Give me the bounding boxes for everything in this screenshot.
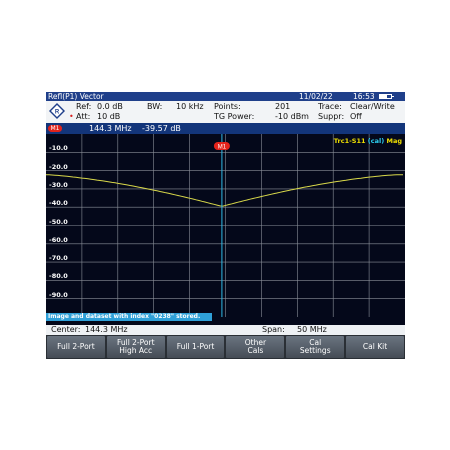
tg-power-label: TG Power:	[214, 112, 255, 121]
date-display: 11/02/22	[299, 92, 333, 101]
battery-icon	[379, 94, 394, 99]
rohde-schwarz-logo-icon: R	[49, 103, 65, 119]
center-label: Center:	[51, 325, 81, 334]
frequency-footer: Center: 144.3 MHz Span: 50 MHz	[46, 325, 405, 335]
trace-name: Trc1-S11	[333, 137, 366, 145]
att-dot: •	[69, 112, 74, 121]
marker-frequency: 144.3 MHz	[89, 124, 132, 133]
trace-mode: Mag	[386, 137, 402, 145]
measurement-title: Refl(P1) Vector	[48, 92, 104, 101]
cal-settings-button[interactable]: Cal Settings	[286, 336, 345, 358]
trace-label: Trace:	[318, 102, 342, 111]
ref-value[interactable]: 0.0 dB	[97, 102, 123, 112]
y-tick-label: -50.0	[49, 217, 68, 226]
att-value[interactable]: 10 dB	[97, 112, 120, 122]
other-cals-button[interactable]: Other Cals	[226, 336, 285, 358]
points-value[interactable]: 201	[275, 102, 290, 112]
plot-grid: M1	[46, 134, 405, 317]
instrument-screen: Refl(P1) Vector 11/02/22 16:53 R Ref: 0.…	[46, 92, 405, 359]
marker-readout-bar: M1 144.3 MHz -39.57 dB	[46, 123, 405, 134]
y-tick-label: -70.0	[49, 254, 68, 263]
suppr-value[interactable]: Off	[350, 112, 362, 122]
full-2-port-button[interactable]: Full 2-Port	[47, 336, 105, 358]
svg-text:R: R	[55, 110, 60, 116]
title-bar: Refl(P1) Vector 11/02/22 16:53	[46, 92, 405, 101]
y-tick-label: -80.0	[49, 272, 68, 281]
y-tick-label: -40.0	[49, 199, 68, 208]
span-value[interactable]: 50 MHz	[297, 325, 327, 335]
trace-cal-state: (cal)	[367, 137, 385, 145]
time-display: 16:53	[353, 92, 375, 101]
status-message: Image and dataset with index "0238" stor…	[46, 313, 212, 321]
marker-m1-flag-label: M1	[218, 145, 227, 151]
y-tick-label: -10.0	[49, 144, 68, 153]
att-label: Att:	[76, 112, 91, 121]
tg-power-value[interactable]: -10 dBm	[275, 112, 309, 122]
points-label: Points:	[214, 102, 241, 111]
y-tick-label: -60.0	[49, 235, 68, 244]
trace-label: Trc1-S11 (cal) Mag	[334, 137, 402, 145]
y-tick-label: -20.0	[49, 162, 68, 171]
parameter-panel: R Ref: 0.0 dB • Att: 10 dB BW: 10 kHz Po…	[46, 101, 405, 123]
ref-label: Ref:	[76, 102, 92, 111]
softkey-bar: Full 2-Port Full 2-Port High Acc Full 1-…	[46, 335, 405, 359]
trace-s11	[46, 174, 403, 207]
cal-kit-button[interactable]: Cal Kit	[346, 336, 404, 358]
trace-value[interactable]: Clear/Write	[350, 102, 395, 112]
y-tick-label: -90.0	[49, 290, 68, 299]
span-label: Span:	[262, 325, 285, 334]
marker-badge[interactable]: M1	[48, 125, 62, 132]
full-1-port-button[interactable]: Full 1-Port	[166, 336, 225, 358]
marker-level: -39.57 dB	[142, 124, 181, 133]
y-tick-label: -30.0	[49, 180, 68, 189]
center-value[interactable]: 144.3 MHz	[85, 325, 128, 335]
suppr-label: Suppr:	[318, 112, 345, 121]
full-2-port-high-acc-button[interactable]: Full 2-Port High Acc	[106, 336, 165, 358]
bw-label: BW:	[147, 102, 163, 111]
bw-value[interactable]: 10 kHz	[176, 102, 204, 112]
